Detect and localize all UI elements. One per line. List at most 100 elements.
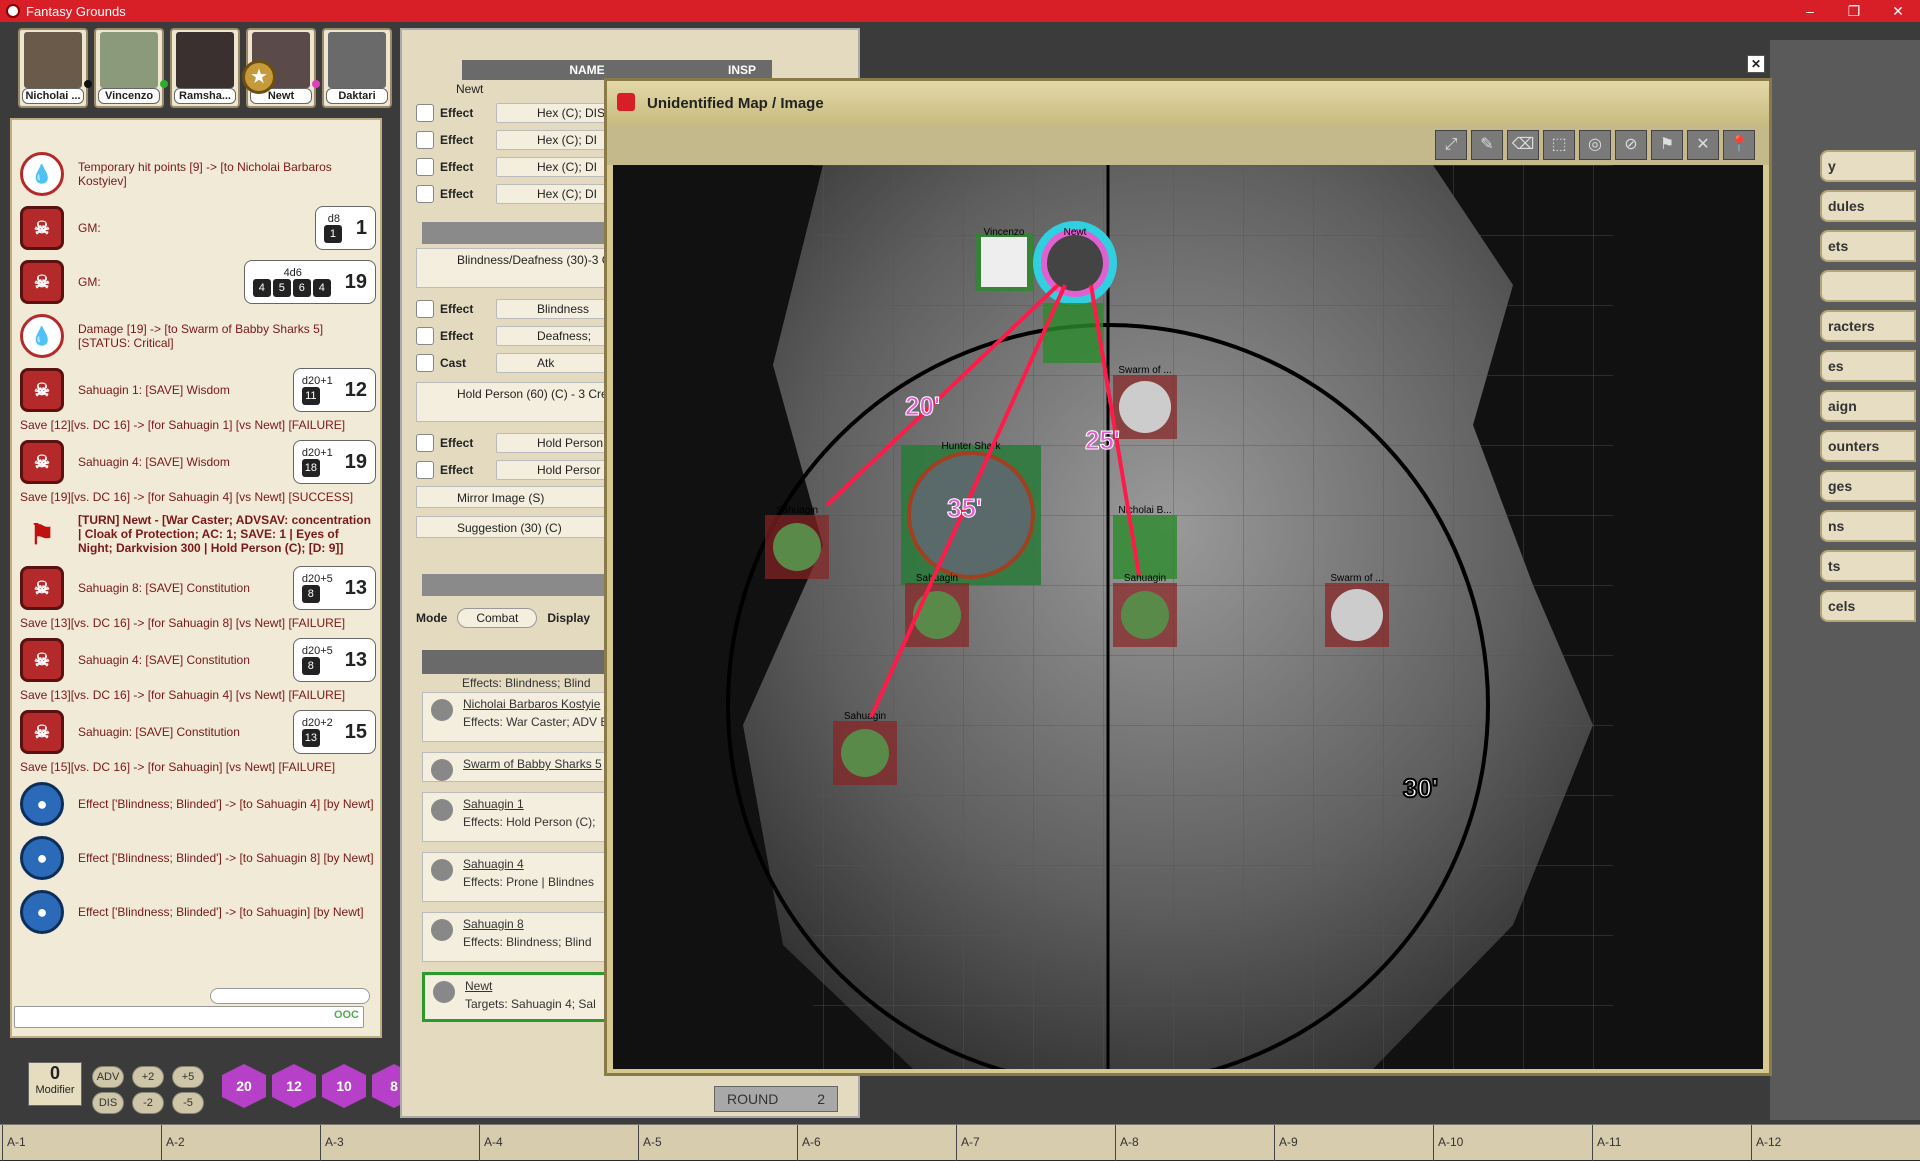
chat-message: 💧 Damage [19] -> [to Swarm of Babby Shar…	[20, 312, 376, 360]
col-name-header[interactable]: NAME	[462, 60, 712, 80]
gm-portrait-icon: ☠	[20, 260, 64, 304]
token-swarm-5[interactable]: Swarm of ...	[1325, 573, 1389, 647]
token-nicholai[interactable]: Nicholai B...	[1113, 505, 1177, 579]
sidebar-button[interactable]: ns	[1820, 510, 1916, 542]
row-label: Effect	[440, 106, 474, 120]
minus5-button[interactable]: -5	[172, 1092, 204, 1114]
die-face: 6	[292, 279, 311, 297]
chat-message: ⚑ [TURN] Newt - [War Caster; ADVSAV: con…	[20, 510, 376, 558]
sidebar-button[interactable]: y	[1820, 150, 1916, 182]
display-label[interactable]: Display	[547, 611, 590, 625]
token-sahuagin-1[interactable]: Sahuagin	[905, 573, 969, 647]
ooc-toggle[interactable]: OOC	[334, 1009, 359, 1021]
roll-result[interactable]: d20+5 8 13	[292, 566, 376, 610]
party-portrait[interactable]: Vincenzo	[94, 28, 168, 108]
sidebar-button[interactable]: ounters	[1820, 430, 1916, 462]
restore-button[interactable]: ❐	[1832, 0, 1876, 22]
chat-mode-select[interactable]	[210, 988, 370, 1004]
effect-icon: ●	[20, 836, 64, 880]
row-label: Effect	[440, 463, 474, 477]
pin-icon[interactable]: 📍	[1723, 130, 1755, 160]
chat-save-result: Save [13][vs. DC 16] -> [for Sahuagin 4]…	[20, 688, 346, 702]
token-swarm-7[interactable]: Swarm of ...	[1113, 365, 1177, 439]
effect-type-icon	[416, 461, 434, 479]
sidebar-button[interactable]: dules	[1820, 190, 1916, 222]
svg-text:Sahuagin: Sahuagin	[1124, 573, 1166, 584]
svg-text:Swarm of ...: Swarm of ...	[1118, 365, 1171, 376]
plus2-button[interactable]: +2	[132, 1066, 164, 1088]
die-face: 5	[272, 279, 291, 297]
mode-select[interactable]: Combat	[457, 608, 538, 628]
token-label: Vincenzo	[984, 227, 1025, 238]
die-face: 8	[301, 585, 320, 603]
sidebar-button[interactable]: cels	[1820, 590, 1916, 622]
party-portrait[interactable]: Ramsha...	[170, 28, 240, 108]
mode-row: Mode Combat Display	[416, 608, 590, 628]
row-label: Effect	[440, 302, 474, 316]
party-portrait[interactable]: Daktari	[322, 28, 392, 108]
status-dot-icon	[312, 80, 320, 88]
roll-total: 19	[344, 270, 367, 293]
sidebar-button[interactable]: racters	[1820, 310, 1916, 342]
mode-label: Mode	[416, 611, 448, 625]
token-sahuagin-4[interactable]: Sahuagin	[1113, 573, 1177, 647]
chat-message: ☠ Sahuagin 4: [SAVE] Wisdom d20+1 18 19	[20, 438, 376, 486]
map-close-button[interactable]: ✕	[1747, 55, 1765, 73]
modifier-box[interactable]: 0 Modifier	[28, 1062, 82, 1106]
token-vincenzo[interactable]: Vincenzo	[975, 227, 1033, 291]
chat-message: ☠ GM: d8 1 1	[20, 204, 376, 252]
sidebar-button[interactable]: ges	[1820, 470, 1916, 502]
portrait-name: Nicholai ...	[22, 88, 84, 104]
sidebar-button[interactable]: ts	[1820, 550, 1916, 582]
chat-message-text: Sahuagin 8: [SAVE] Constitution	[78, 581, 250, 595]
row-label: Cast	[440, 356, 467, 370]
effect-type-icon	[416, 354, 434, 372]
chat-message-text: GM:	[78, 221, 101, 235]
col-insp-header[interactable]: INSP	[712, 60, 772, 80]
plus5-button[interactable]: +5	[172, 1066, 204, 1088]
dis-button[interactable]: DIS	[92, 1092, 124, 1114]
minus2-button[interactable]: -2	[132, 1092, 164, 1114]
erase-icon[interactable]: ⌫	[1507, 130, 1539, 160]
party-portrait[interactable]: Newt ★	[242, 28, 320, 108]
effect-type-icon	[416, 104, 434, 122]
map-canvas[interactable]: Vincenzo Newt Swarm of ... Hunter Shark	[613, 165, 1763, 1069]
roll-result[interactable]: d20+1 11 12	[292, 368, 376, 412]
svg-text:20': 20'	[905, 391, 940, 421]
roll-result[interactable]: d20+5 8 13	[292, 638, 376, 682]
draw-icon[interactable]: ✎	[1471, 130, 1503, 160]
svg-text:Sahuagin: Sahuagin	[776, 505, 818, 516]
app-titlebar: Fantasy Grounds – ❐ ✕	[0, 0, 1920, 22]
roll-result[interactable]: d20+2 13 15	[292, 710, 376, 754]
chat-message-text: Damage [19] -> [to Swarm of Babby Sharks…	[78, 322, 324, 350]
sidebar-button[interactable]: es	[1820, 350, 1916, 382]
modifier-value: 0	[49, 1063, 60, 1083]
sidebar-button[interactable]: ets	[1820, 230, 1916, 262]
roll-result[interactable]: 4d6 4 5 6 4 19	[243, 260, 376, 304]
gm-portrait-icon: ☠	[20, 638, 64, 682]
turn-flag-icon: ⚑	[29, 518, 55, 550]
sidebar-button[interactable]	[1820, 270, 1916, 302]
flag-icon[interactable]: ⚑	[1651, 130, 1683, 160]
no-target-icon[interactable]: ⊘	[1615, 130, 1647, 160]
tools-icon[interactable]: ✕	[1687, 130, 1719, 160]
ruler-tick: A-1	[2, 1125, 26, 1161]
sidebar-button[interactable]: aign	[1820, 390, 1916, 422]
effect-icon: ●	[20, 890, 64, 934]
party-portrait[interactable]: Nicholai ...	[18, 28, 92, 108]
roll-result[interactable]: d8 1 1	[314, 206, 376, 250]
roll-result[interactable]: d20+1 18 19	[292, 440, 376, 484]
minimize-button[interactable]: –	[1788, 0, 1832, 22]
token-sahuagin-8[interactable]: Sahuagin	[833, 711, 897, 785]
target-icon[interactable]: ◎	[1579, 130, 1611, 160]
svg-text:Sahuagin: Sahuagin	[844, 711, 886, 722]
combatant-token-icon	[431, 859, 453, 881]
token-sahuagin[interactable]: Sahuagin	[765, 505, 829, 579]
select-icon[interactable]: ⬚	[1543, 130, 1575, 160]
fullscreen-icon[interactable]: ⤢	[1435, 130, 1467, 160]
portrait-name: Vincenzo	[98, 88, 160, 104]
close-window-button[interactable]: ✕	[1876, 0, 1920, 22]
chat-input[interactable]: OOC	[14, 1006, 364, 1028]
adv-button[interactable]: ADV	[92, 1066, 124, 1088]
token-newt[interactable]: Newt	[1033, 221, 1117, 305]
